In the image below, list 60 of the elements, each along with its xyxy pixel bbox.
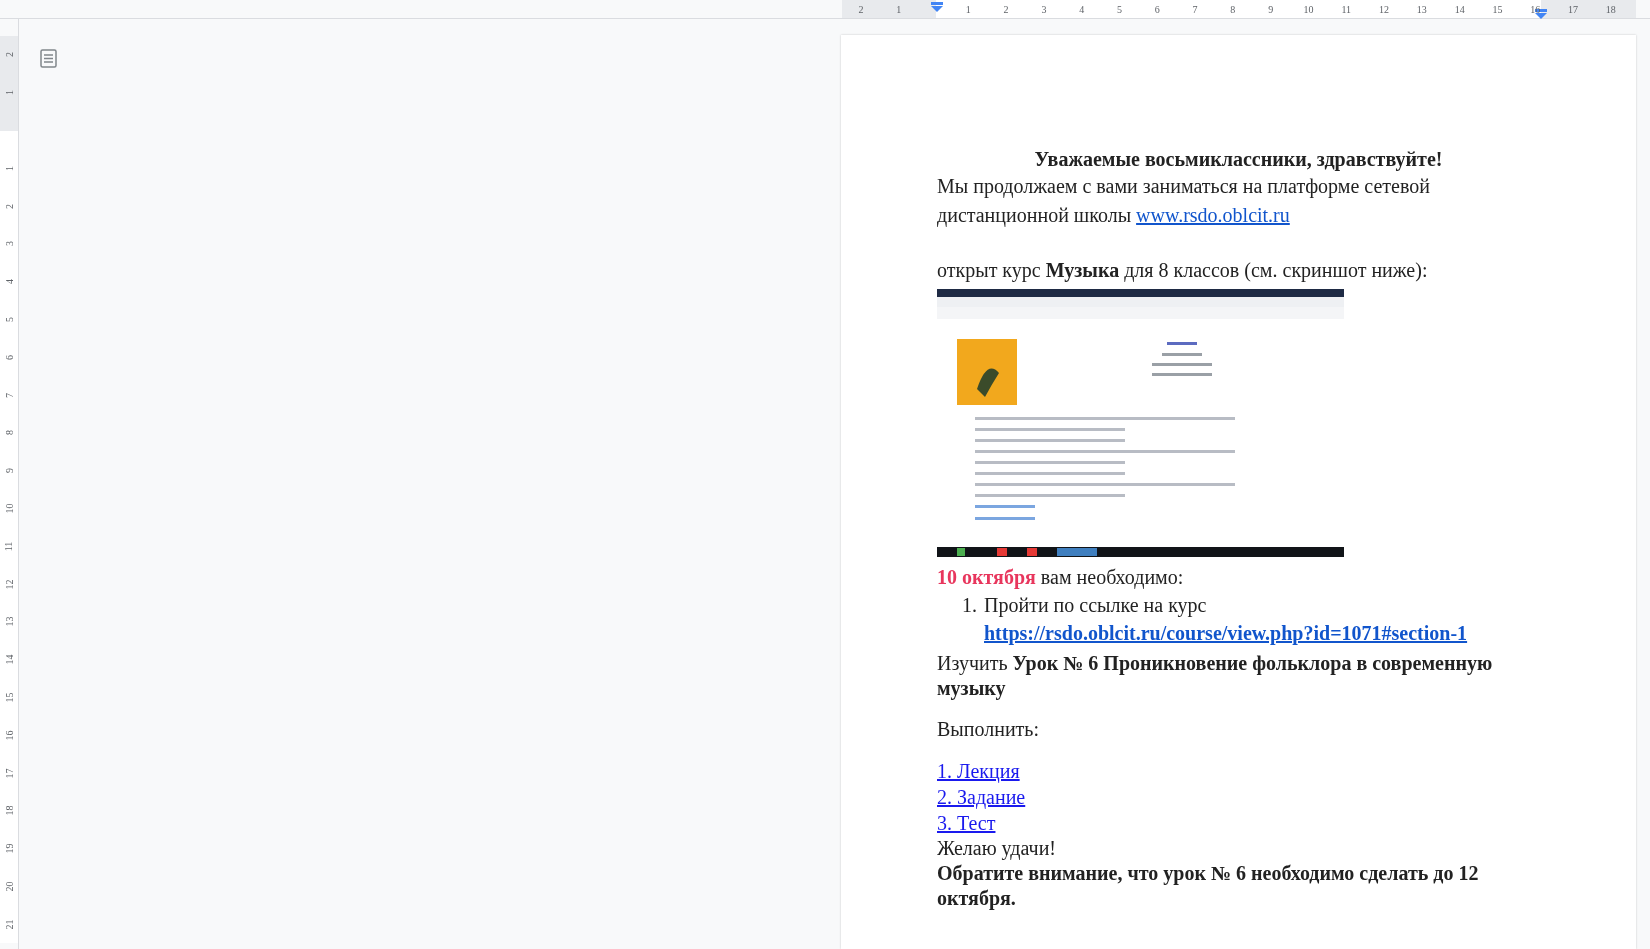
paragraph: Желаю удачи! xyxy=(937,836,1057,861)
paragraph: 10 октября вам необходимо: xyxy=(937,565,1185,590)
ruler-number: 12 xyxy=(1379,2,1390,17)
ruler-number: 16 xyxy=(1530,2,1541,17)
ruler-number: 1 xyxy=(2,90,16,96)
paragraph: открыт курс Музыка для 8 классов (см. скриншот ниже): xyxy=(937,258,1429,283)
ruler-number: 19 xyxy=(2,843,16,854)
ruler-number: 10 xyxy=(2,503,16,514)
ruler-number: 2 xyxy=(1003,2,1009,17)
ruler-number: 6 xyxy=(2,354,16,360)
ruler-number: 1 xyxy=(2,165,16,171)
paragraph: Изучить Урок № 6 Проникновение фольклора в современную музыку xyxy=(937,651,1494,701)
indent-marker-icon[interactable] xyxy=(930,2,943,12)
ruler-number: 9 xyxy=(2,468,16,474)
ruler-number: 17 xyxy=(1568,2,1579,17)
ruler-number: 15 xyxy=(1492,2,1503,17)
ruler-number: 1 xyxy=(965,2,971,17)
ruler-number: 11 xyxy=(1341,2,1352,17)
ruler-number: 2 xyxy=(2,203,16,209)
ruler-number: 12 xyxy=(2,579,16,590)
link[interactable]: www.rsdo.oblcit.ru xyxy=(1136,204,1290,226)
ruler-number: 4 xyxy=(2,279,16,285)
ruler-number: 17 xyxy=(2,768,16,779)
ruler-number: 21 xyxy=(2,919,16,930)
ruler-number: 8 xyxy=(2,430,16,436)
ruler-number: 16 xyxy=(2,730,16,741)
link[interactable]: 3. Тест xyxy=(937,811,996,836)
ruler-number: 14 xyxy=(1454,2,1465,17)
document-heading: Уважаемые восьмиклассники, здравствуйте! xyxy=(1033,147,1444,172)
paragraph: Мы продолжаем с вами заниматься на платформе сетевой дистанционной школы www.rsdo.oblcit.ru xyxy=(937,174,1431,229)
link[interactable]: 1. Лекция xyxy=(937,759,1020,784)
ruler-number: 5 xyxy=(1116,2,1122,17)
ruler-number: 3 xyxy=(2,241,16,247)
ruler-number: 18 xyxy=(2,805,16,816)
paragraph: Выполнить: xyxy=(937,717,1041,742)
link[interactable]: https://rsdo.oblcit.ru/course/view.php?id=1071#section-1 xyxy=(984,621,1468,646)
ruler-number: 9 xyxy=(1268,2,1274,17)
outline-icon[interactable] xyxy=(40,49,57,68)
ruler-number: 10 xyxy=(1303,2,1314,17)
ruler-number: 7 xyxy=(1192,2,1198,17)
ruler-number: 1 xyxy=(896,2,902,17)
ruler-number: 13 xyxy=(2,616,16,627)
ruler-number: 5 xyxy=(2,316,16,322)
ruler-number: 18 xyxy=(1605,2,1616,17)
paragraph: Обратите внимание, что урок № 6 необходимо сделать до 12 октября. xyxy=(937,861,1480,911)
ruler-number: 7 xyxy=(2,392,16,398)
ruler-number: 13 xyxy=(1416,2,1427,17)
ruler-number: 20 xyxy=(2,881,16,892)
list-number: 1. xyxy=(962,593,978,618)
ruler-number: 14 xyxy=(2,654,16,665)
ruler-number: 3 xyxy=(1041,2,1047,17)
list-item: Пройти по ссылке на курс xyxy=(984,593,1208,618)
ruler-number: 2 xyxy=(858,2,864,17)
ruler-number: 11 xyxy=(2,541,16,552)
ruler-number: 6 xyxy=(1154,2,1160,17)
ruler-number: 8 xyxy=(1230,2,1236,17)
ruler-number: 4 xyxy=(1079,2,1085,17)
link[interactable]: 2. Задание xyxy=(937,785,1026,810)
ruler-number: 2 xyxy=(2,52,16,58)
ruler-number: 15 xyxy=(2,692,16,703)
